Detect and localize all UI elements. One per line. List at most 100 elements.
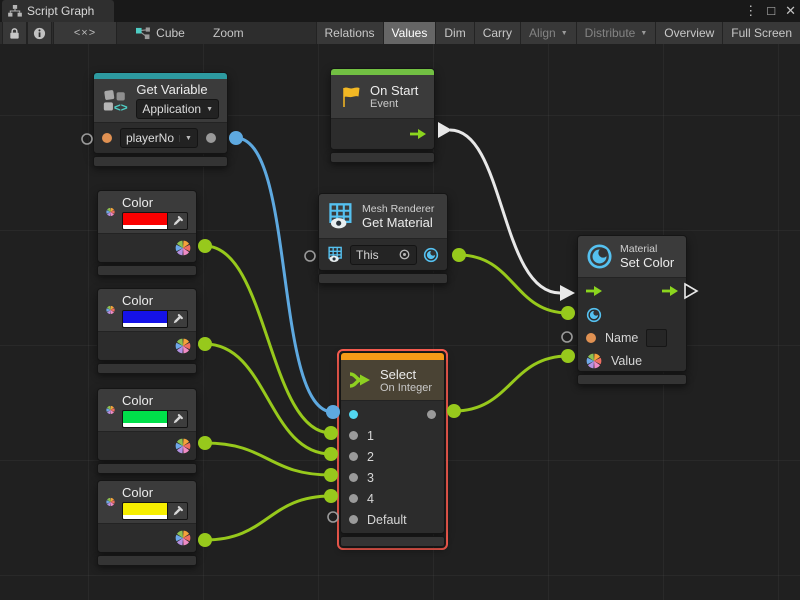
lock-button[interactable] xyxy=(2,22,27,44)
node-title: Set Color xyxy=(620,255,674,270)
color-swatch[interactable] xyxy=(123,503,167,519)
color-output-port[interactable] xyxy=(175,240,191,256)
variable-name-port[interactable] xyxy=(102,133,112,143)
node-color-yellow[interactable]: Color xyxy=(97,480,197,566)
node-subtitle: On Integer xyxy=(380,382,432,394)
select-output-port[interactable] xyxy=(427,410,436,419)
target-field[interactable]: This xyxy=(350,245,417,265)
color-output-port[interactable] xyxy=(175,438,191,454)
flow-input-port[interactable] xyxy=(586,286,602,296)
relations-button[interactable]: Relations xyxy=(316,22,383,44)
overview-button[interactable]: Overview xyxy=(655,22,722,44)
node-set-color[interactable]: Material Set Color Name xyxy=(577,235,687,385)
node-title: Color xyxy=(122,195,188,210)
color-wheel-icon xyxy=(106,197,115,227)
color-output-port[interactable] xyxy=(175,530,191,546)
eyedropper-button[interactable] xyxy=(167,411,187,427)
option-3-port[interactable] xyxy=(349,473,358,482)
node-title: Get Variable xyxy=(136,82,219,97)
name-input-port[interactable] xyxy=(586,333,596,343)
option-label: Default xyxy=(367,513,407,527)
material-output-port[interactable] xyxy=(423,247,439,263)
option-1-port[interactable] xyxy=(349,431,358,440)
eyedropper-icon xyxy=(172,505,184,517)
target-picker-icon[interactable] xyxy=(398,248,411,261)
color-output-port[interactable] xyxy=(175,338,191,354)
node-title: Color xyxy=(122,485,188,500)
node-color-red[interactable]: Color xyxy=(97,190,197,276)
flow-output-port[interactable] xyxy=(410,129,426,139)
node-footer xyxy=(97,555,197,566)
option-4-port[interactable] xyxy=(349,494,358,503)
toolbar: <×> Cube Zoom 1x Relations Values Dim Ca… xyxy=(0,22,800,45)
value-label: Value xyxy=(611,354,642,368)
option-label: 1 xyxy=(367,429,374,443)
variable-value-output-port[interactable] xyxy=(206,133,216,143)
node-color-blue[interactable]: Color xyxy=(97,288,197,374)
node-footer xyxy=(340,536,445,547)
material-icon xyxy=(586,243,613,270)
mesh-renderer-port-icon[interactable] xyxy=(327,246,344,263)
eyedropper-icon xyxy=(172,215,184,227)
graph-breadcrumb-button[interactable]: Cube xyxy=(125,22,195,44)
variable-scope-dropdown[interactable]: Application ▼ xyxy=(136,99,219,119)
eyedropper-icon xyxy=(172,313,184,325)
code-view-button[interactable]: <×> xyxy=(53,22,117,44)
node-footer xyxy=(97,463,197,474)
material-input-port[interactable] xyxy=(586,307,602,323)
node-supertitle: Mesh Renderer xyxy=(362,203,434,215)
option-2-port[interactable] xyxy=(349,452,358,461)
color-wheel-icon xyxy=(106,395,115,425)
tab-title: Script Graph xyxy=(27,4,94,18)
color-wheel-icon xyxy=(106,487,115,517)
default-port[interactable] xyxy=(349,515,358,524)
node-get-variable[interactable]: Get Variable Application ▼ playerNo ▼ xyxy=(93,72,228,167)
align-dropdown[interactable]: Align ▼ xyxy=(520,22,576,44)
maximize-icon[interactable]: □ xyxy=(767,0,775,22)
node-footer xyxy=(318,273,448,284)
node-supertitle: Material xyxy=(620,243,674,255)
option-label: 3 xyxy=(367,471,374,485)
flow-output-port[interactable] xyxy=(662,286,678,296)
variable-name-dropdown[interactable]: playerNo ▼ xyxy=(120,128,198,148)
carry-button[interactable]: Carry xyxy=(474,22,520,44)
color-swatch[interactable] xyxy=(123,411,167,427)
node-title: Color xyxy=(122,293,188,308)
node-color-green[interactable]: Color xyxy=(97,388,197,474)
eyedropper-button[interactable] xyxy=(167,503,187,519)
graph-tab-icon xyxy=(8,5,22,17)
color-swatch[interactable] xyxy=(123,311,167,327)
color-wheel-icon xyxy=(106,295,115,325)
tab-script-graph[interactable]: Script Graph xyxy=(2,0,114,22)
node-select-on-integer[interactable]: Select On Integer 1 2 xyxy=(337,349,448,550)
node-on-start[interactable]: On Start Event xyxy=(330,68,435,163)
mesh-renderer-icon xyxy=(327,202,355,230)
node-subtitle: Event xyxy=(370,98,418,110)
chevron-down-icon: ▼ xyxy=(640,30,647,37)
option-label: 2 xyxy=(367,450,374,464)
variables-icon xyxy=(102,88,129,113)
dim-button[interactable]: Dim xyxy=(435,22,473,44)
node-footer xyxy=(93,156,228,167)
lock-icon xyxy=(8,27,21,40)
value-input-port[interactable] xyxy=(586,353,602,369)
toolbar-right-group: Relations Values Dim Carry Align ▼ Distr… xyxy=(316,22,800,44)
node-footer xyxy=(97,265,197,276)
node-get-material[interactable]: Mesh Renderer Get Material This xyxy=(318,193,448,284)
distribute-dropdown[interactable]: Distribute ▼ xyxy=(576,22,656,44)
eyedropper-button[interactable] xyxy=(167,213,187,229)
close-icon[interactable]: ✕ xyxy=(785,0,796,22)
window-menu-icon[interactable]: ⋮ xyxy=(744,0,757,22)
name-input-field[interactable] xyxy=(646,329,667,347)
full-screen-button[interactable]: Full Screen xyxy=(722,22,800,44)
color-swatch[interactable] xyxy=(123,213,167,229)
eyedropper-button[interactable] xyxy=(167,311,187,327)
selector-input-port[interactable] xyxy=(349,410,358,419)
title-bar: Script Graph ⋮ □ ✕ xyxy=(0,0,800,23)
script-graph-window: <> xyxy=(0,0,800,600)
values-button[interactable]: Values xyxy=(383,22,436,44)
eyedropper-icon xyxy=(172,413,184,425)
node-title: Get Material xyxy=(362,215,434,230)
name-label: Name xyxy=(605,331,638,345)
info-button[interactable] xyxy=(27,22,52,44)
